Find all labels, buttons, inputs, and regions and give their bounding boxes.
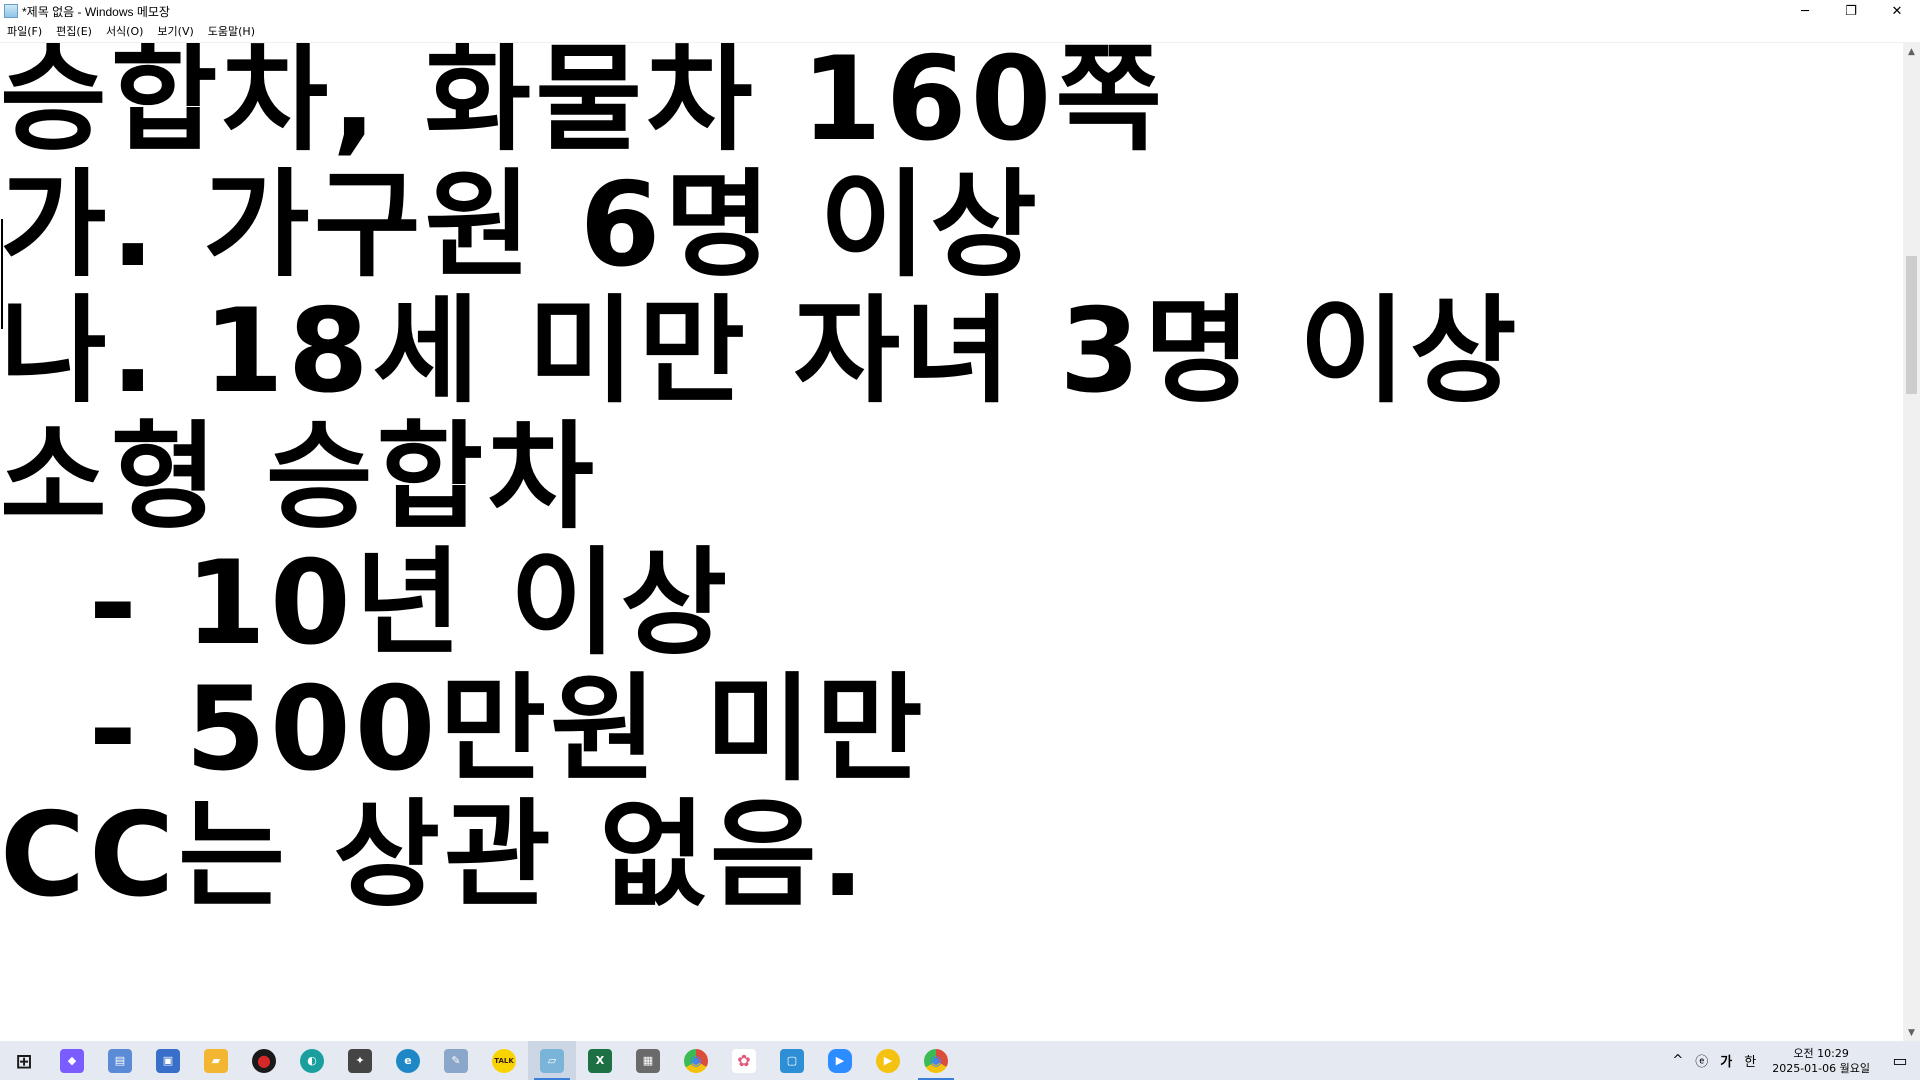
text-line-6: - 500만원 미만 bbox=[0, 662, 927, 797]
davinci-icon: ✦ bbox=[348, 1048, 372, 1073]
clock-time: 오전 10:29 bbox=[1793, 1046, 1849, 1060]
text-line-2: 가. 가구원 6명 이상 bbox=[0, 158, 1041, 293]
notepad-icon bbox=[4, 4, 18, 18]
text-line-7: CC는 상관 없음. bbox=[0, 788, 869, 923]
taskbar-calculator[interactable]: ▦ bbox=[624, 1041, 672, 1080]
taskbar-paint[interactable]: ✎ bbox=[432, 1041, 480, 1080]
app-blue-3-icon: ▢ bbox=[780, 1048, 804, 1073]
taskbar: ⊞ ◆ ▤ ▣ ▰ ● ◐ ✦ e ✎ TALK ▱ X ▦ ◉ ✿ ▢ ▶ ▶… bbox=[0, 1041, 1920, 1080]
taskbar-excel[interactable]: X bbox=[576, 1041, 624, 1080]
text-line-3: 나. 18세 미만 자녀 3명 이상 bbox=[0, 284, 1521, 419]
scroll-up-arrow-icon[interactable]: ▲ bbox=[1903, 43, 1920, 60]
chrome-icon: ◉ bbox=[684, 1048, 708, 1073]
ime-hangul-icon[interactable]: 가 bbox=[1714, 1051, 1738, 1070]
tray-overflow-chevron-icon[interactable]: ^ bbox=[1666, 1053, 1689, 1068]
scroll-thumb[interactable] bbox=[1906, 256, 1917, 394]
system-tray: ^ ⓔ 가 한 오전 10:29 2025-01-06 월요일 ▭ bbox=[1666, 1041, 1920, 1080]
taskbar-kakaotalk[interactable]: TALK bbox=[480, 1041, 528, 1080]
minimize-button[interactable]: ─ bbox=[1782, 0, 1828, 22]
paint-icon: ✎ bbox=[444, 1048, 468, 1073]
folder-icon: ▰ bbox=[204, 1048, 228, 1073]
edge-icon: e bbox=[396, 1048, 420, 1073]
menu-format[interactable]: 서식(O) bbox=[99, 22, 150, 42]
window-title: *제목 없음 - Windows 메모장 bbox=[22, 4, 170, 19]
zoom-icon: ▶ bbox=[828, 1048, 852, 1073]
taskbar-edge[interactable]: e bbox=[384, 1041, 432, 1080]
media-player-icon: ▶ bbox=[876, 1048, 900, 1073]
excel-icon: X bbox=[588, 1048, 612, 1073]
text-line-4: 소형 승합차 bbox=[0, 410, 598, 545]
app-teal-icon: ◐ bbox=[300, 1048, 324, 1073]
taskbar-recorder[interactable]: ● bbox=[240, 1041, 288, 1080]
text-line-1: 승합차, 화물차 160쪽 bbox=[0, 43, 1167, 167]
text-line-5: - 10년 이상 bbox=[0, 536, 732, 671]
restore-button[interactable]: ❐ bbox=[1828, 0, 1874, 22]
menu-edit[interactable]: 편집(E) bbox=[49, 22, 99, 42]
taskbar-media-player[interactable]: ▶ bbox=[864, 1041, 912, 1080]
record-icon: ● bbox=[252, 1048, 276, 1073]
copilot-icon: ◆ bbox=[60, 1048, 84, 1073]
ime-han-icon[interactable]: 한 bbox=[1738, 1051, 1762, 1070]
taskbar-app-blue-3[interactable]: ▢ bbox=[768, 1041, 816, 1080]
chrome-icon-2: ◉ bbox=[924, 1048, 948, 1073]
ime-mode-icon[interactable]: ⓔ bbox=[1689, 1051, 1714, 1070]
text-editor-area[interactable]: 승합차, 화물차 160쪽 가. 가구원 6명 이상 나. 18세 미만 자녀 … bbox=[0, 43, 1900, 1033]
taskbar-chrome-2[interactable]: ◉ bbox=[912, 1041, 960, 1080]
menu-help[interactable]: 도움말(H) bbox=[201, 22, 262, 42]
taskbar-file-explorer[interactable]: ▰ bbox=[192, 1041, 240, 1080]
start-button[interactable]: ⊞ bbox=[0, 1041, 48, 1080]
taskbar-app-teal[interactable]: ◐ bbox=[288, 1041, 336, 1080]
menu-file[interactable]: 파일(F) bbox=[0, 22, 49, 42]
pinwheel-icon: ✿ bbox=[732, 1048, 756, 1073]
scroll-down-arrow-icon[interactable]: ▼ bbox=[1903, 1024, 1920, 1041]
windows-logo-icon: ⊞ bbox=[15, 1048, 33, 1073]
calculator-icon: ▦ bbox=[636, 1048, 660, 1073]
clock[interactable]: 오전 10:29 2025-01-06 월요일 bbox=[1762, 1046, 1880, 1076]
text-caret bbox=[1, 219, 3, 329]
app-blue-2-icon: ▣ bbox=[156, 1048, 180, 1073]
taskbar-app-blue-2[interactable]: ▣ bbox=[144, 1041, 192, 1080]
kakaotalk-icon: TALK bbox=[492, 1048, 516, 1073]
notepad-window: *제목 없음 - Windows 메모장 ─ ❐ ✕ 파일(F) 편집(E) 서… bbox=[0, 0, 1920, 1041]
taskbar-davinci[interactable]: ✦ bbox=[336, 1041, 384, 1080]
clock-date: 2025-01-06 월요일 bbox=[1772, 1061, 1870, 1075]
taskbar-app-blue-1[interactable]: ▤ bbox=[96, 1041, 144, 1080]
taskbar-chrome-1[interactable]: ◉ bbox=[672, 1041, 720, 1080]
menu-view[interactable]: 보기(V) bbox=[150, 22, 200, 42]
close-button[interactable]: ✕ bbox=[1874, 0, 1920, 22]
taskbar-copilot[interactable]: ◆ bbox=[48, 1041, 96, 1080]
menu-bar: 파일(F) 편집(E) 서식(O) 보기(V) 도움말(H) bbox=[0, 22, 1920, 43]
taskbar-app-pinwheel[interactable]: ✿ bbox=[720, 1041, 768, 1080]
taskbar-zoom[interactable]: ▶ bbox=[816, 1041, 864, 1080]
taskbar-notepad[interactable]: ▱ bbox=[528, 1041, 576, 1080]
title-bar: *제목 없음 - Windows 메모장 ─ ❐ ✕ bbox=[0, 0, 1920, 22]
app-blue-1-icon: ▤ bbox=[108, 1048, 132, 1073]
vertical-scrollbar[interactable]: ▲ ▼ bbox=[1903, 43, 1920, 1041]
notepad-app-icon: ▱ bbox=[540, 1048, 564, 1073]
notification-icon[interactable]: ▭ bbox=[1880, 1041, 1920, 1080]
window-controls: ─ ❐ ✕ bbox=[1782, 0, 1920, 22]
